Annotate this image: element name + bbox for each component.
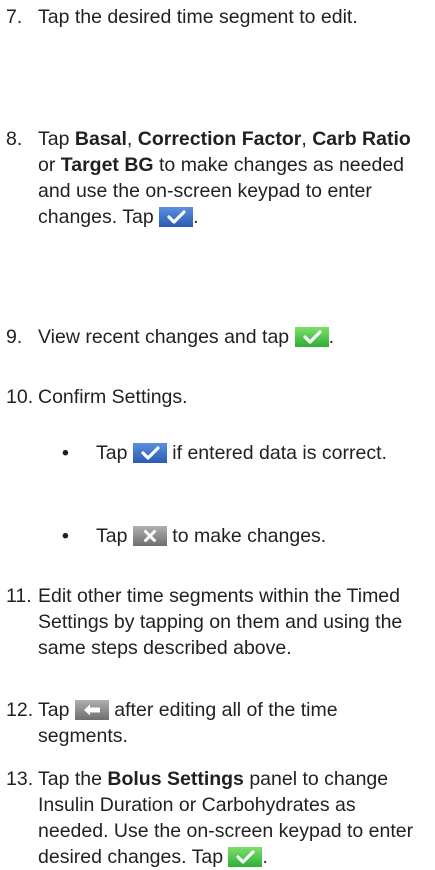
step-number: 7. [6,6,23,28]
step-number: 8. [6,128,23,150]
step-text: View recent changes and tap . [38,326,334,348]
bullet-text: Tap if entered data is correct. [96,442,387,464]
step-text: Tap the desired time segment to edit. [38,6,358,28]
step-text: Edit other time segments within the Time… [38,585,403,659]
step-number: 13. [6,768,34,790]
step-text: Tap the Bolus Settings panel to change I… [38,768,414,868]
bullet-text: Tap to make changes. [96,525,327,547]
step-number: 11. [6,585,32,607]
back-arrow-icon [74,700,109,720]
keyword-correction-factor: Correction Factor [137,128,302,150]
keyword-carb-ratio: Carb Ratio [312,128,411,150]
step-number: 9. [6,326,23,348]
bullet-dot: • [62,525,69,547]
step-text: Tap Basal, Correction Factor, Carb Ratio… [38,128,411,228]
check-green-icon [228,847,263,867]
keyword-bolus-settings: Bolus Settings [107,768,244,790]
step-text: Confirm Settings. [38,386,188,408]
keyword-target-bg: Target BG [60,154,154,176]
step-number: 10. [6,386,34,408]
check-green-icon [294,327,329,347]
check-blue-icon [159,207,194,227]
step-text: Tap after editing all of the time segmen… [38,699,338,747]
cancel-x-icon [132,526,167,546]
check-blue-icon [132,443,167,463]
keyword-basal: Basal [74,128,127,150]
step-number: 12. [6,699,34,721]
bullet-dot: • [62,442,69,464]
